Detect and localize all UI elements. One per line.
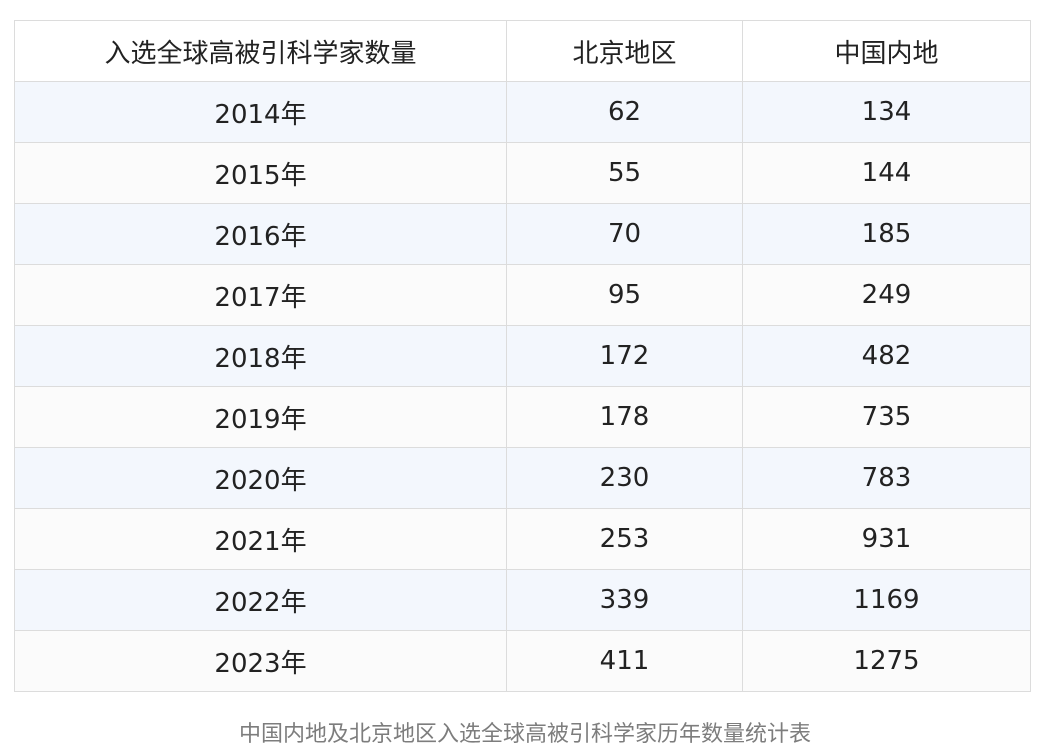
statistics-table-container: 入选全球高被引科学家数量 北京地区 中国内地 2014年 62 134 2015… [14, 20, 1031, 692]
table-row: 2014年 62 134 [14, 81, 1031, 143]
table-row: 2017年 95 249 [14, 264, 1031, 326]
statistics-table: 入选全球高被引科学家数量 北京地区 中国内地 2014年 62 134 2015… [14, 20, 1031, 692]
table-caption: 中国内地及北京地区入选全球高被引科学家历年数量统计表 [238, 722, 811, 747]
year-cell: 2020年 [14, 447, 507, 509]
table-header: 入选全球高被引科学家数量 北京地区 中国内地 [14, 20, 1031, 82]
beijing-count-cell: 95 [506, 264, 743, 326]
mainland-count-cell: 185 [742, 203, 1031, 265]
mainland-count-cell: 144 [742, 142, 1031, 204]
table-row: 2020年 230 783 [14, 447, 1031, 509]
year-cell: 2021年 [14, 508, 507, 570]
mainland-count-cell: 735 [742, 386, 1031, 448]
mainland-count-cell: 1169 [742, 569, 1031, 631]
beijing-count-cell: 70 [506, 203, 743, 265]
beijing-count-cell: 62 [506, 81, 743, 143]
table-row: 2022年 339 1169 [14, 569, 1031, 631]
beijing-count-cell: 339 [506, 569, 743, 631]
beijing-count-cell: 230 [506, 447, 743, 509]
table-row: 2021年 253 931 [14, 508, 1031, 570]
mainland-count-cell: 1275 [742, 630, 1031, 692]
header-cell-mainland: 中国内地 [742, 20, 1031, 82]
mainland-count-cell: 783 [742, 447, 1031, 509]
year-cell: 2022年 [14, 569, 507, 631]
table-row: 2016年 70 185 [14, 203, 1031, 265]
year-cell: 2014年 [14, 81, 507, 143]
table-row: 2023年 411 1275 [14, 630, 1031, 692]
mainland-count-cell: 482 [742, 325, 1031, 387]
table-row: 2015年 55 144 [14, 142, 1031, 204]
year-cell: 2023年 [14, 630, 507, 692]
year-cell: 2019年 [14, 386, 507, 448]
mainland-count-cell: 134 [742, 81, 1031, 143]
table-row: 2018年 172 482 [14, 325, 1031, 387]
beijing-count-cell: 172 [506, 325, 743, 387]
beijing-count-cell: 178 [506, 386, 743, 448]
beijing-count-cell: 253 [506, 508, 743, 570]
beijing-count-cell: 411 [506, 630, 743, 692]
mainland-count-cell: 249 [742, 264, 1031, 326]
header-cell-category: 入选全球高被引科学家数量 [14, 20, 507, 82]
table-row: 2019年 178 735 [14, 386, 1031, 448]
year-cell: 2016年 [14, 203, 507, 265]
beijing-count-cell: 55 [506, 142, 743, 204]
table-body: 2014年 62 134 2015年 55 144 2016年 70 185 2… [14, 81, 1031, 692]
mainland-count-cell: 931 [742, 508, 1031, 570]
header-cell-beijing: 北京地区 [506, 20, 743, 82]
year-cell: 2018年 [14, 325, 507, 387]
year-cell: 2015年 [14, 142, 507, 204]
year-cell: 2017年 [14, 264, 507, 326]
header-row: 入选全球高被引科学家数量 北京地区 中国内地 [14, 20, 1031, 82]
